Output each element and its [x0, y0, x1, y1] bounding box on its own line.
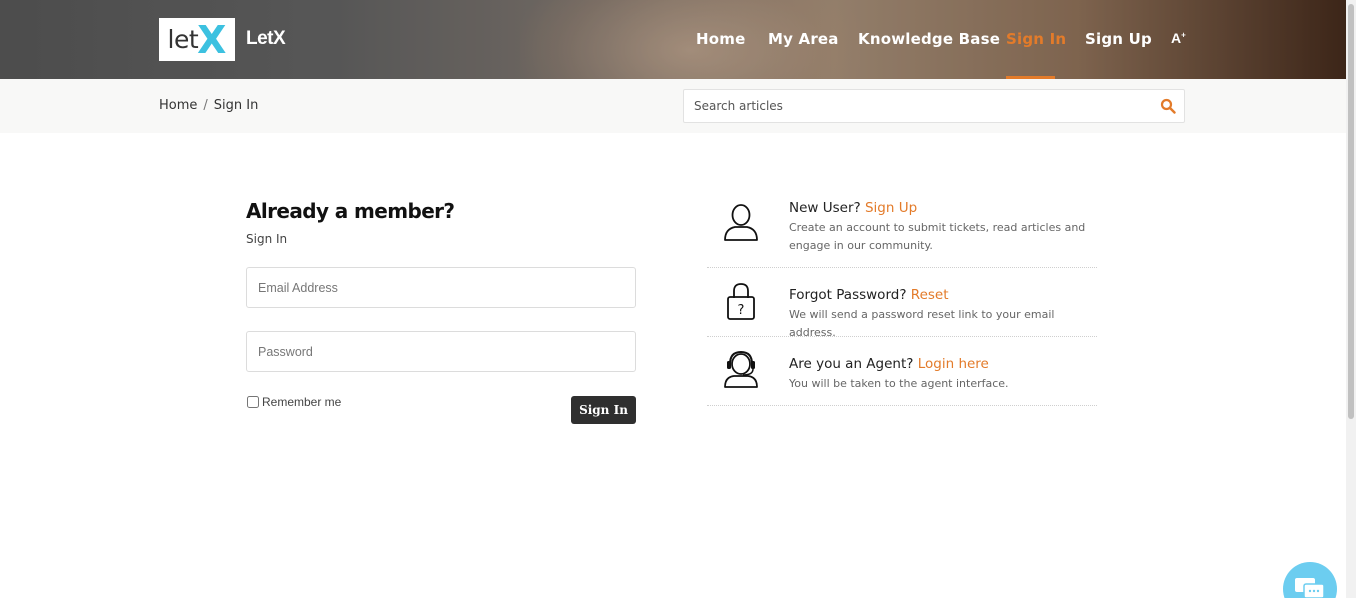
- scrollbar-thumb[interactable]: [1348, 4, 1354, 419]
- user-icon: [724, 204, 758, 241]
- svg-text:?: ?: [738, 303, 745, 318]
- login-here-link[interactable]: Login here: [918, 356, 989, 372]
- nav-sign-up[interactable]: Sign Up: [1085, 30, 1152, 48]
- active-nav-underline: [1006, 76, 1055, 79]
- search-icon[interactable]: [1160, 98, 1176, 114]
- accessibility-label: A: [1171, 30, 1182, 46]
- info-title-forgot: Forgot Password? Reset: [789, 287, 949, 303]
- info-desc-agent: You will be taken to the agent interface…: [789, 377, 1009, 390]
- info-title-new-user: New User? Sign Up: [789, 200, 917, 216]
- signin-subtitle: Sign In: [246, 232, 288, 246]
- main-nav: Home My Area Knowledge Base Sign In Sign…: [0, 30, 1346, 79]
- new-user-text: New User?: [789, 200, 861, 216]
- chat-widget-button[interactable]: [1283, 562, 1337, 598]
- remember-me-checkbox[interactable]: [247, 396, 259, 408]
- info-forgot-password: ? Forgot Password? Reset We will send a …: [707, 268, 1097, 339]
- sign-up-link[interactable]: Sign Up: [865, 200, 917, 216]
- page-scrollbar[interactable]: [1346, 0, 1356, 598]
- forgot-text: Forgot Password?: [789, 287, 907, 303]
- info-agent: Are you an Agent? Login here You will be…: [707, 337, 1097, 406]
- nav-home[interactable]: Home: [696, 30, 745, 48]
- info-new-user: New User? Sign Up Create an account to s…: [707, 190, 1097, 268]
- info-title-agent: Are you an Agent? Login here: [789, 356, 989, 372]
- remember-me-label: Remember me: [262, 395, 342, 409]
- lock-icon: ?: [727, 283, 755, 320]
- breadcrumb-bar: Home / Sign In: [0, 79, 1346, 133]
- email-field[interactable]: [246, 267, 636, 308]
- sign-in-button[interactable]: Sign In: [571, 396, 636, 424]
- info-desc-new-user: Create an account to submit tickets, rea…: [789, 221, 1086, 252]
- chat-icon: [1295, 578, 1325, 598]
- headset-agent-icon: [724, 350, 758, 388]
- accessibility-font-icon[interactable]: A+: [1171, 30, 1186, 46]
- breadcrumb: Home / Sign In: [159, 98, 258, 113]
- remember-me[interactable]: Remember me: [247, 395, 341, 409]
- nav-my-area[interactable]: My Area: [768, 30, 839, 48]
- breadcrumb-home[interactable]: Home: [159, 98, 197, 113]
- password-field[interactable]: [246, 331, 636, 372]
- search-input[interactable]: [684, 90, 1144, 122]
- nav-knowledge-base[interactable]: Knowledge Base: [858, 30, 1000, 48]
- nav-sign-in[interactable]: Sign In: [1006, 30, 1066, 48]
- site-header: let X LetX Home My Area Knowledge Base Si…: [0, 0, 1346, 79]
- agent-text: Are you an Agent?: [789, 356, 914, 372]
- search-box: [683, 89, 1185, 123]
- reset-link[interactable]: Reset: [911, 287, 949, 303]
- breadcrumb-current: Sign In: [213, 98, 259, 113]
- signin-title: Already a member?: [246, 199, 455, 223]
- breadcrumb-separator: /: [203, 98, 208, 113]
